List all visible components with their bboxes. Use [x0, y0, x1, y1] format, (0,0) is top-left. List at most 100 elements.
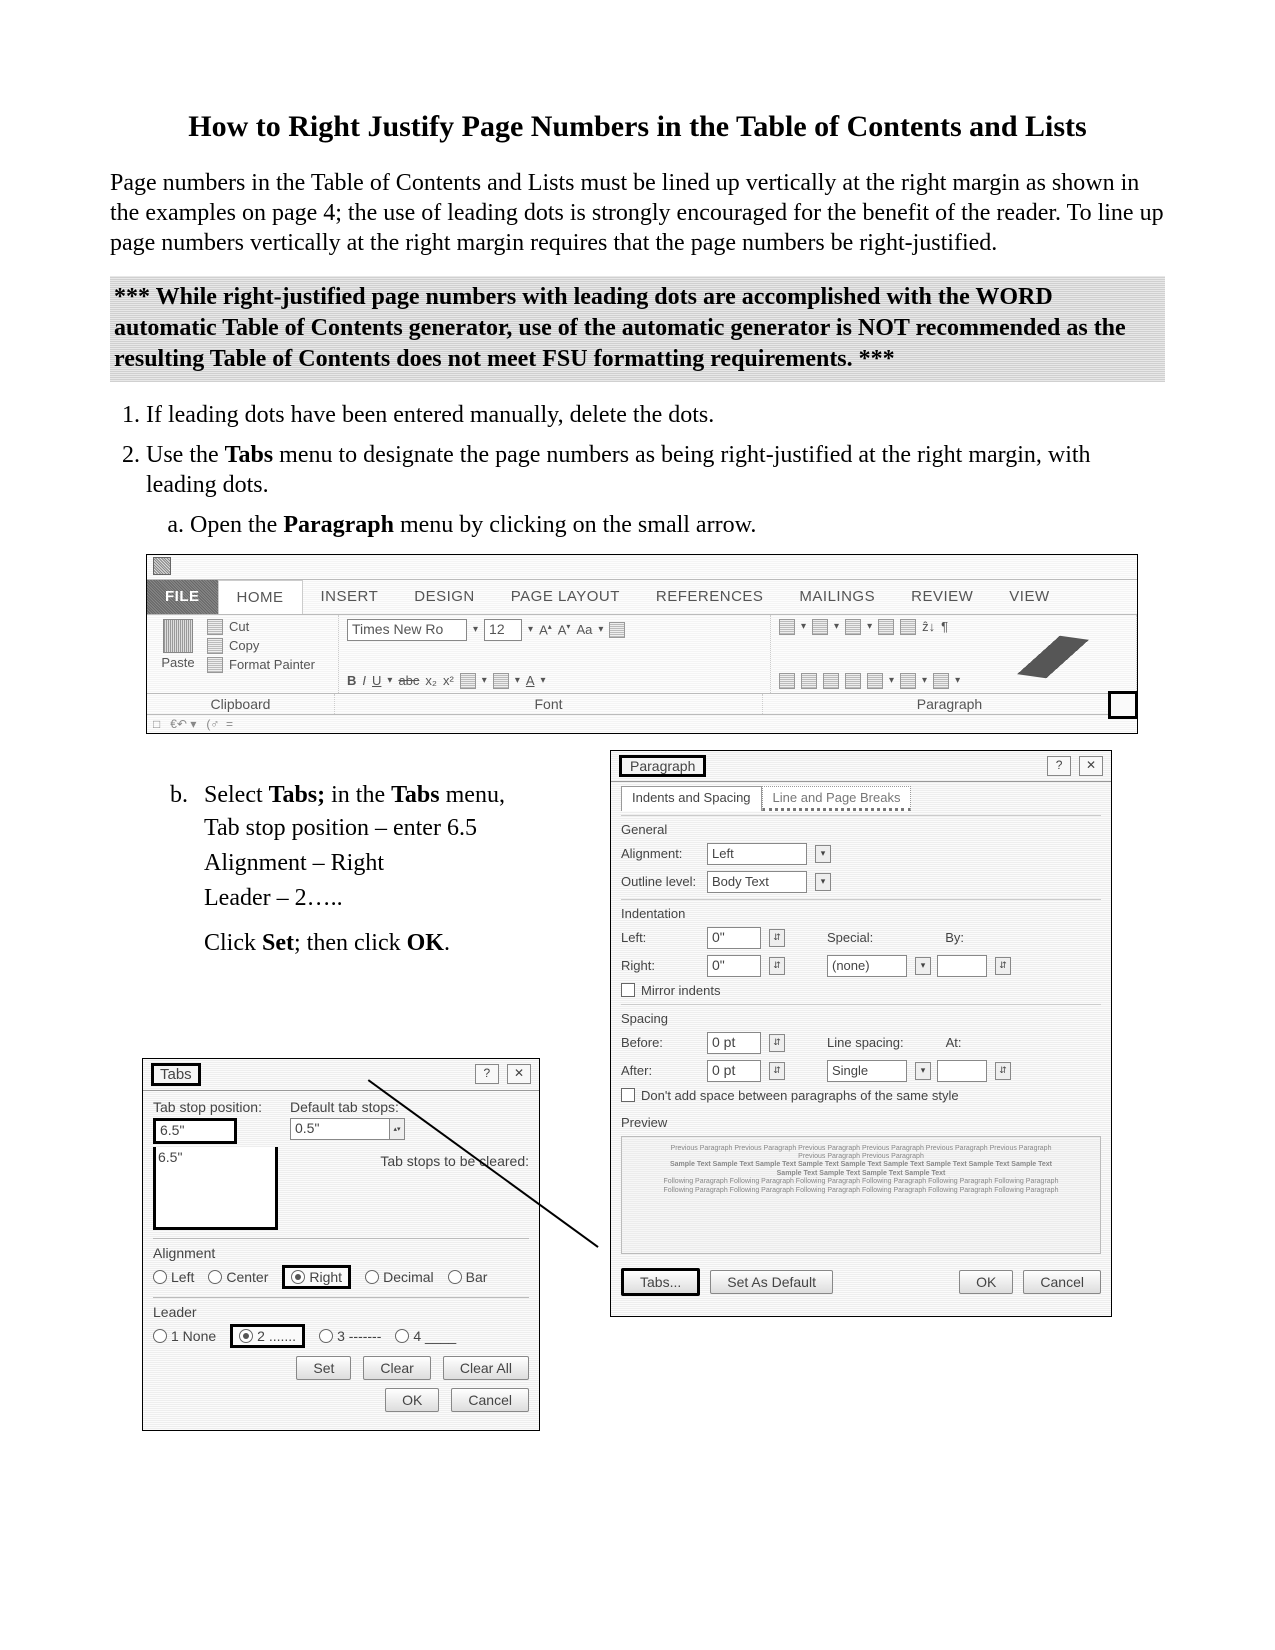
spinner-icon[interactable]: ⇵: [769, 1062, 785, 1080]
after-input[interactable]: 0 pt: [707, 1060, 761, 1082]
tab-home[interactable]: HOME: [218, 580, 303, 614]
cancel-button[interactable]: Cancel: [451, 1388, 529, 1412]
clear-all-button[interactable]: Clear All: [443, 1356, 529, 1380]
line-spacing-select[interactable]: Single: [827, 1060, 907, 1082]
paragraph-launcher-icon[interactable]: [1108, 691, 1138, 719]
status-bar: □ €↶ ▾ (♂ =: [147, 715, 1137, 733]
indent-left-input[interactable]: 0": [707, 927, 761, 949]
tab-view[interactable]: VIEW: [991, 580, 1067, 614]
radio-leader-2[interactable]: 2 .......: [230, 1324, 305, 1348]
spinner-icon[interactable]: ▴▾: [390, 1118, 405, 1140]
ok-button[interactable]: OK: [959, 1270, 1013, 1294]
chevron-down-icon[interactable]: ▾: [815, 845, 831, 863]
ok-button[interactable]: OK: [385, 1388, 439, 1412]
before-input[interactable]: 0 pt: [707, 1032, 761, 1054]
paste-button[interactable]: Paste: [155, 655, 201, 670]
chevron-down-icon[interactable]: ▾: [915, 957, 931, 975]
outline-select[interactable]: Body Text: [707, 871, 807, 893]
line-spacing-icon[interactable]: [867, 673, 883, 689]
align-right-icon[interactable]: [823, 673, 839, 689]
radio-leader-3[interactable]: 3 -------: [319, 1324, 381, 1348]
radio-center[interactable]: Center: [208, 1265, 268, 1289]
step-1: If leading dots have been entered manual…: [146, 400, 1165, 430]
radio-leader-1[interactable]: 1 None: [153, 1324, 216, 1348]
decrease-indent-icon[interactable]: [878, 619, 894, 635]
tab-indents-spacing[interactable]: Indents and Spacing: [621, 786, 762, 811]
set-default-button[interactable]: Set As Default: [710, 1270, 833, 1294]
chevron-down-icon[interactable]: ▾: [915, 1062, 931, 1080]
spinner-icon[interactable]: ⇵: [995, 1062, 1011, 1080]
clear-button[interactable]: Clear: [363, 1356, 430, 1380]
alignment-select[interactable]: Left: [707, 843, 807, 865]
general-section: General Alignment: Left▾ Outline level: …: [621, 815, 1101, 893]
group-font: Times New Ro▾ 12▾ A▴ A▾ Aa▾ B I U▾ abc x…: [339, 615, 771, 693]
mirror-checkbox[interactable]: [621, 983, 635, 997]
spinner-icon[interactable]: ⇵: [769, 957, 785, 975]
subscript-button[interactable]: x₂: [425, 673, 437, 688]
close-icon[interactable]: ✕: [507, 1064, 531, 1084]
grow-font-icon[interactable]: A▴: [539, 622, 552, 637]
align-center-icon[interactable]: [801, 673, 817, 689]
cancel-button[interactable]: Cancel: [1023, 1270, 1101, 1294]
shading-icon[interactable]: [900, 673, 916, 689]
format-painter-button[interactable]: Format Painter: [229, 657, 315, 672]
spinner-icon[interactable]: ⇵: [995, 957, 1011, 975]
increase-indent-icon[interactable]: [900, 619, 916, 635]
by-input[interactable]: [937, 955, 987, 977]
italic-button[interactable]: I: [362, 673, 366, 688]
bold-button[interactable]: B: [347, 673, 356, 688]
radio-left[interactable]: Left: [153, 1265, 194, 1289]
tab-stop-list[interactable]: 6.5": [153, 1147, 278, 1230]
font-size-select[interactable]: 12: [484, 619, 522, 641]
tab-references[interactable]: REFERENCES: [638, 580, 782, 614]
tabs-button[interactable]: Tabs...: [621, 1268, 700, 1296]
help-icon[interactable]: ?: [1047, 756, 1071, 776]
shrink-font-icon[interactable]: A▾: [558, 622, 571, 637]
radio-right[interactable]: Right: [282, 1265, 351, 1289]
copy-button[interactable]: Copy: [229, 638, 259, 653]
font-color-icon[interactable]: A: [526, 673, 535, 688]
indent-right-input[interactable]: 0": [707, 955, 761, 977]
sort-icon[interactable]: ẑ↓: [922, 619, 935, 634]
alignment-group: Alignment Left Center Right Decimal Bar: [153, 1238, 529, 1289]
highlight-icon[interactable]: [493, 673, 509, 689]
help-icon[interactable]: ?: [475, 1064, 499, 1084]
paste-icon[interactable]: [163, 619, 193, 653]
close-icon[interactable]: ✕: [1079, 756, 1103, 776]
tab-design[interactable]: DESIGN: [396, 580, 493, 614]
tab-line-breaks[interactable]: Line and Page Breaks: [762, 786, 912, 811]
default-tab-input[interactable]: 0.5": [290, 1118, 390, 1140]
show-marks-icon[interactable]: ¶: [941, 619, 948, 634]
bullets-icon[interactable]: [779, 619, 795, 635]
text-effects-icon[interactable]: [460, 673, 476, 689]
clear-format-icon[interactable]: [609, 622, 625, 638]
cut-button[interactable]: Cut: [229, 619, 249, 634]
justify-icon[interactable]: [845, 673, 861, 689]
multilevel-icon[interactable]: [845, 619, 861, 635]
nospace-checkbox[interactable]: [621, 1088, 635, 1102]
radio-bar[interactable]: Bar: [448, 1265, 488, 1289]
tab-insert[interactable]: INSERT: [303, 580, 397, 614]
spinner-icon[interactable]: ⇵: [769, 929, 785, 947]
change-case-icon[interactable]: Aa: [576, 622, 592, 637]
font-name-select[interactable]: Times New Ro: [347, 619, 467, 641]
numbering-icon[interactable]: [812, 619, 828, 635]
chevron-down-icon[interactable]: ▾: [815, 873, 831, 891]
borders-icon[interactable]: [933, 673, 949, 689]
underline-button[interactable]: U: [372, 673, 381, 688]
superscript-button[interactable]: x²: [443, 673, 454, 688]
tab-stop-input[interactable]: 6.5": [153, 1118, 237, 1144]
align-left-icon[interactable]: [779, 673, 795, 689]
radio-decimal[interactable]: Decimal: [365, 1265, 434, 1289]
spinner-icon[interactable]: ⇵: [769, 1034, 785, 1052]
at-input[interactable]: [937, 1060, 987, 1082]
tab-file[interactable]: FILE: [147, 580, 218, 614]
strike-button[interactable]: abc: [398, 673, 419, 688]
special-select[interactable]: (none): [827, 955, 907, 977]
set-button[interactable]: Set: [296, 1356, 351, 1380]
tab-mailings[interactable]: MAILINGS: [781, 580, 893, 614]
preview-section: Preview: [621, 1109, 1101, 1130]
tab-page-layout[interactable]: PAGE LAYOUT: [493, 580, 638, 614]
tab-review[interactable]: REVIEW: [893, 580, 991, 614]
radio-leader-4[interactable]: 4 ____: [395, 1324, 456, 1348]
